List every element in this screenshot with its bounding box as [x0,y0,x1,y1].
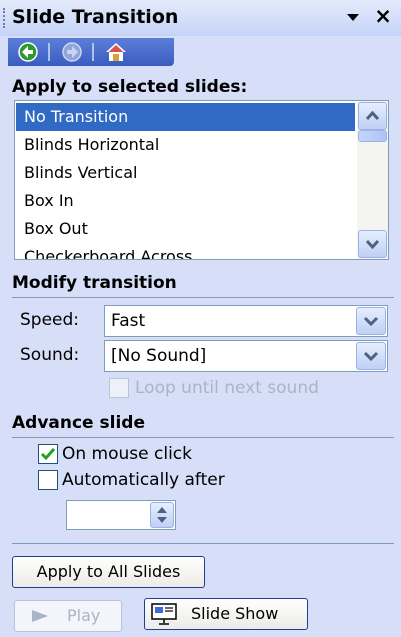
speed-label: Speed: [20,310,80,330]
slide-transition-pane: Slide Transition × Apply to selected sli… [0,0,401,637]
scroll-up-icon[interactable] [358,102,387,130]
transition-option[interactable]: Box Out [16,215,355,243]
sound-dropdown[interactable]: [No Sound] [104,340,388,372]
checkmark-icon [40,448,56,461]
scroll-thumb[interactable] [358,130,387,142]
close-icon[interactable]: × [372,4,394,28]
loop-checkbox [109,378,129,398]
loop-label: Loop until next sound [135,378,319,398]
transition-option[interactable]: Box In [16,187,355,215]
section-divider [12,297,394,298]
on-mouse-click-checkbox[interactable] [38,444,58,464]
play-icon [32,610,48,622]
transition-listbox[interactable]: No Transition Blinds Horizontal Blinds V… [14,100,389,260]
title-bar: Slide Transition × [0,0,401,36]
forward-icon[interactable] [60,41,84,63]
spin-updown-icon[interactable] [150,502,174,528]
slide-show-button[interactable]: Slide Show [144,598,308,630]
slide-show-label: Slide Show [191,604,279,623]
sound-label: Sound: [20,345,80,365]
advance-time-spinner[interactable] [66,500,176,530]
pane-options-dropdown-icon[interactable] [343,7,363,27]
modify-section-header: Modify transition [12,273,177,293]
nav-separator [92,43,94,61]
sound-value: [No Sound] [111,346,207,366]
scroll-down-icon[interactable] [358,230,387,258]
transition-option[interactable]: No Transition [16,103,355,131]
transition-option[interactable]: Blinds Vertical [16,159,355,187]
advance-section-header: Advance slide [12,413,145,433]
task-pane-nav [8,38,174,66]
listbox-scrollbar[interactable] [357,101,388,259]
automatically-after-checkbox[interactable] [38,470,58,490]
play-label: Play [67,606,101,625]
apply-to-all-slides-button[interactable]: Apply to All Slides [12,556,205,588]
pane-grip[interactable] [3,8,5,28]
apply-section-header: Apply to selected slides: [12,77,248,97]
chevron-down-icon[interactable] [356,307,386,335]
chevron-down-icon[interactable] [356,342,386,370]
play-button: Play [14,600,122,632]
nav-separator [48,43,50,61]
section-divider [12,543,394,544]
speed-dropdown[interactable]: Fast [104,305,388,337]
speed-value: Fast [111,311,146,331]
pane-title: Slide Transition [12,6,179,28]
section-divider [12,437,394,438]
transition-option[interactable]: Blinds Horizontal [16,131,355,159]
transition-option[interactable]: Checkerboard Across [16,243,355,259]
automatically-after-label: Automatically after [62,470,225,490]
home-icon[interactable] [104,41,128,63]
slide-show-icon [151,603,177,625]
back-icon[interactable] [16,41,40,63]
on-mouse-click-label: On mouse click [62,444,192,464]
